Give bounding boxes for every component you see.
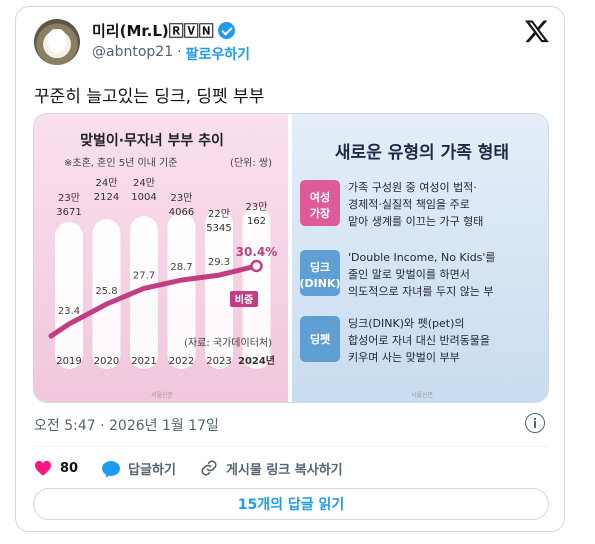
family-description-line: 키우며 사는 맞벌이 부부 — [348, 351, 460, 364]
reply-button[interactable]: 답글하기 — [102, 459, 176, 478]
count-label-bottom: 162 — [247, 216, 266, 227]
credit-right: 서울신문 — [411, 391, 434, 399]
divider — [33, 446, 549, 447]
count-label-top: 24만 — [96, 177, 118, 189]
display-name[interactable]: 미리(Mr.L)🅁🅅🄽 — [92, 20, 214, 41]
count-label-bottom: 3671 — [56, 207, 81, 218]
x-tick-label: 2024년 — [238, 354, 275, 367]
count-label-bottom: 2124 — [94, 192, 119, 203]
family-tag-label: 여성 — [310, 190, 330, 204]
verified-badge-icon — [217, 22, 235, 39]
infographic: 맞벌이·무자녀 부부 추이 ※초혼, 혼인 5년 이내 기준 (단위: 쌍) 2… — [34, 114, 548, 402]
count-label-top: 23만 — [171, 192, 193, 204]
data-label: 27.7 — [133, 270, 155, 281]
data-label: 23.4 — [58, 306, 80, 317]
copy-link-label: 게시물 링크 복사하기 — [225, 462, 343, 478]
credit-left: 서울신문 — [151, 391, 174, 399]
family-tag-label: 딩펫 — [310, 332, 330, 346]
x-tick-label: 2023 — [206, 356, 231, 367]
family-description-line: 줄인 말로 맞벌이를 하면서 — [348, 267, 470, 281]
x-tick-label: 2020 — [94, 356, 119, 367]
family-description-line: 경제적·실질적 책임을 주로 — [348, 198, 470, 211]
tweet-card: 미리(Mr.L)🅁🅅🄽 @abntop21 · 팔로우하기 꾸준히 늘고있는 딩… — [15, 6, 565, 532]
like-button[interactable]: 80 — [34, 460, 78, 476]
count-label-bottom: 5345 — [206, 223, 231, 234]
family-description-line: 의도적으로 자녀를 두지 않는 부 — [348, 285, 494, 298]
action-bar: 80 답글하기 게시물 링크 복사하기 — [34, 453, 367, 483]
family-description-line: 딩크(DINK)와 펫(pet)의 — [348, 317, 464, 330]
x-logo-icon[interactable] — [524, 18, 550, 44]
count-label-top: 23만 — [58, 192, 80, 204]
read-replies-button[interactable]: 15개의 답글 읽기 — [33, 488, 549, 520]
family-title: 새로운 유형의 가족 형태 — [335, 142, 509, 163]
data-label: 25.8 — [95, 286, 117, 297]
tweet-text: 꾸준히 늘고있는 딩크, 딩펫 부부 — [34, 87, 265, 107]
separator-dot: · — [177, 44, 182, 60]
x-tick-label: 2019 — [56, 356, 81, 367]
heart-icon — [35, 460, 51, 476]
handle[interactable]: @abntop21 — [92, 44, 173, 64]
avatar[interactable] — [34, 19, 80, 65]
family-tag-label: 가장 — [310, 206, 330, 220]
count-label-bottom: 4066 — [169, 207, 194, 218]
count-label-top: 24만 — [133, 177, 155, 189]
chart-title: 맞벌이·무자녀 부부 추이 — [80, 132, 224, 149]
x-tick-label: 2022 — [169, 356, 194, 367]
family-description-line: 합성어로 자녀 대신 반려동물을 — [348, 334, 490, 347]
tweet-image[interactable]: 맞벌이·무자녀 부부 추이 ※초혼, 혼인 5년 이내 기준 (단위: 쌍) 2… — [33, 113, 549, 403]
series-label: 비중 — [235, 293, 253, 306]
link-icon — [201, 460, 217, 476]
family-description-line: 'Double Income, No Kids'를 — [348, 251, 496, 264]
reply-icon — [102, 460, 121, 476]
like-count: 80 — [60, 460, 79, 476]
copy-link-button[interactable]: 게시물 링크 복사하기 — [200, 459, 343, 478]
family-tag-label: (DINK) — [299, 277, 340, 290]
timestamp[interactable]: 오전 5:47 · 2026년 1월 17일 — [34, 415, 219, 435]
x-tick-label: 2021 — [131, 356, 156, 367]
count-label-top: 23만 — [246, 201, 268, 213]
data-label: 28.7 — [170, 262, 192, 273]
reply-label: 답글하기 — [128, 462, 176, 478]
data-label: 30.4% — [236, 245, 278, 259]
chart-unit: (단위: 쌍) — [230, 156, 272, 169]
data-label: 29.3 — [208, 257, 230, 268]
count-label-bottom: 1004 — [131, 192, 156, 203]
chart-subtitle: ※초혼, 혼인 5년 이내 기준 — [64, 156, 177, 169]
handle-row: @abntop21 · 팔로우하기 — [92, 44, 250, 64]
family-tag-label: 딩크 — [310, 260, 330, 274]
last-point-marker — [250, 259, 263, 273]
family-description-line: 가족 구성원 중 여성이 법적· — [348, 181, 477, 194]
follow-button[interactable]: 팔로우하기 — [186, 44, 250, 64]
family-description-line: 맡아 생계를 이끄는 가구 형태 — [348, 215, 483, 228]
year-column — [55, 222, 83, 369]
display-name-row[interactable]: 미리(Mr.L)🅁🅅🄽 — [92, 20, 235, 41]
count-label-top: 22만 — [208, 208, 230, 220]
chart-source: (자료: 국가데이터처) — [184, 337, 272, 349]
info-icon[interactable] — [525, 413, 545, 433]
